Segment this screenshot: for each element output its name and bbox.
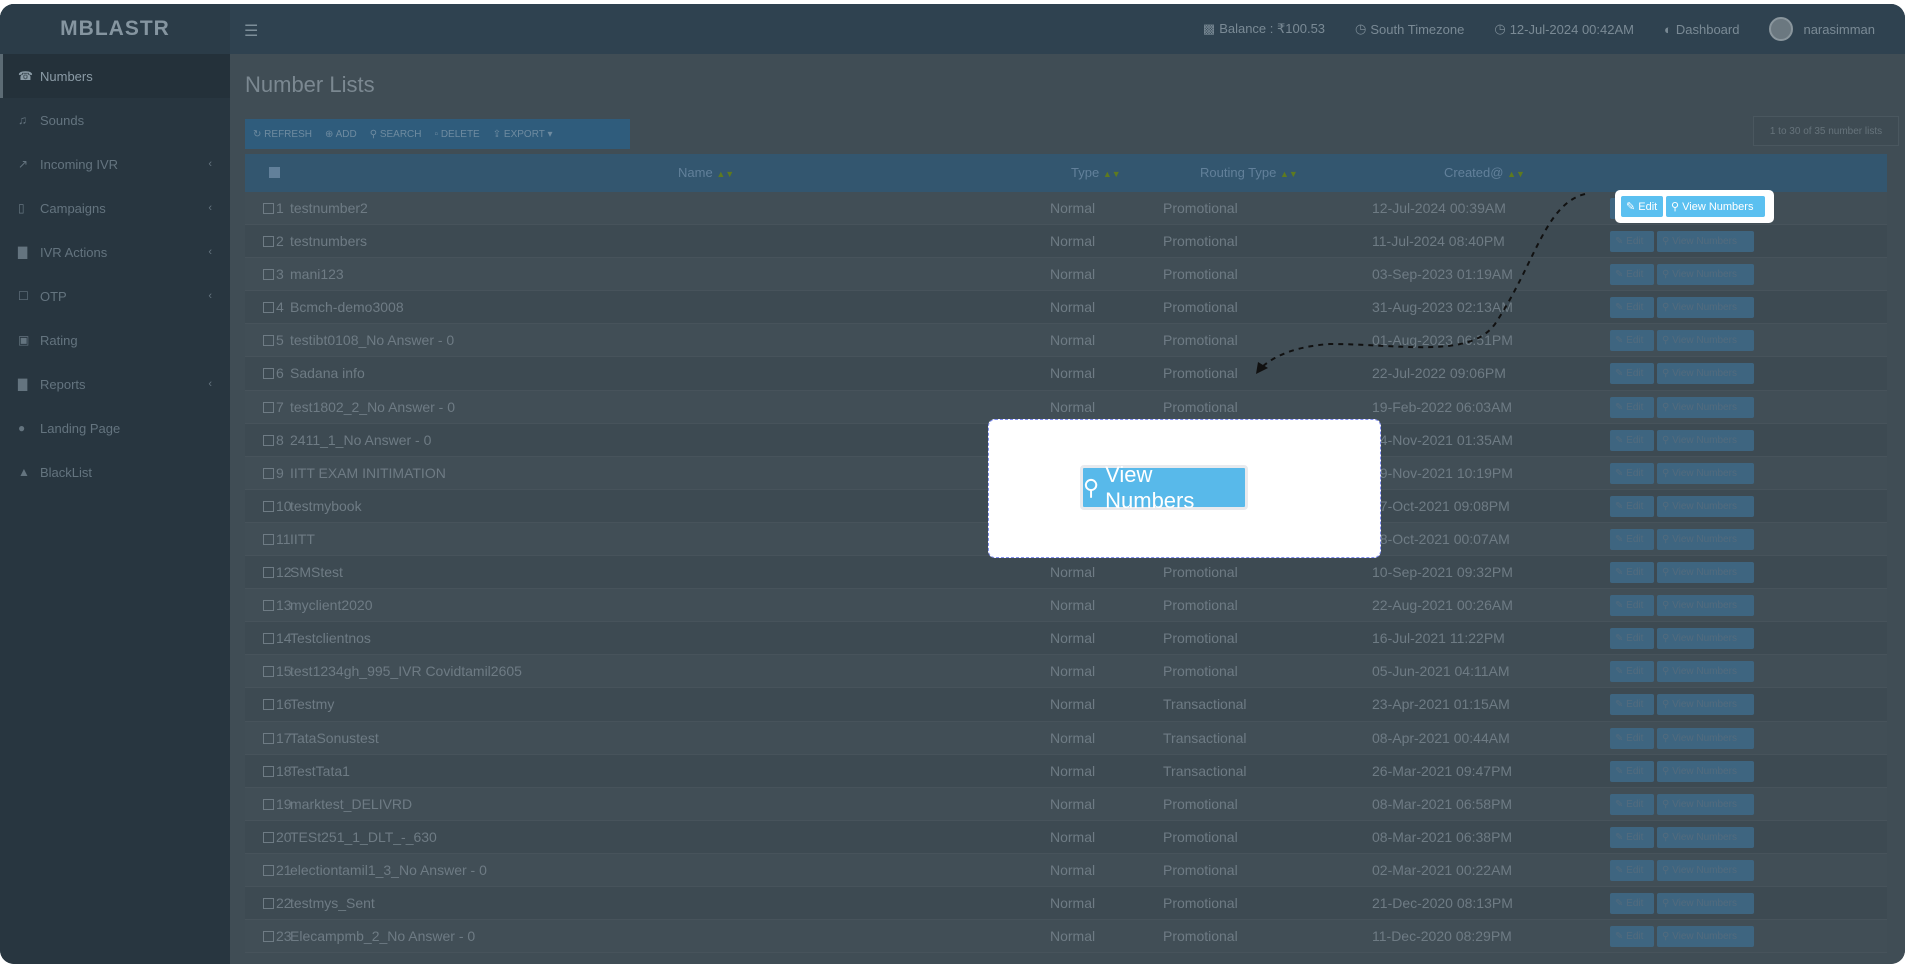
zoom-callout: ⚲ View Numbers [988, 419, 1381, 558]
view-numbers-button-zoomed[interactable]: ⚲ View Numbers [1080, 462, 1248, 513]
annotation-arrow [1256, 193, 1586, 374]
app-window: MBLASTR ☰ ▩ Balance : ₹100.53 ◷ South Time… [0, 4, 1905, 964]
search-plus-icon: ⚲ [1083, 474, 1100, 500]
zoom-label: View Numbers [1105, 461, 1195, 513]
